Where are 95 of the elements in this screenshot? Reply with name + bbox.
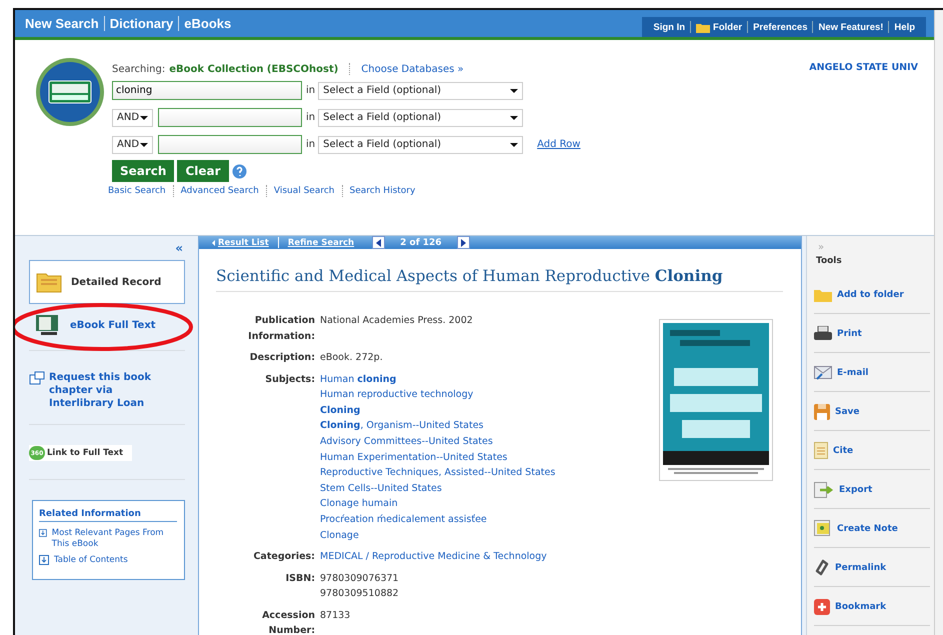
- caret-icon: [140, 116, 148, 120]
- field-label: Accession Number:: [261, 608, 315, 635]
- user-menu-link[interactable]: New Features!: [813, 22, 888, 32]
- folder-icon: [36, 271, 62, 293]
- tool-link[interactable]: Cite: [833, 446, 854, 456]
- user-menu-link[interactable]: Folder: [691, 22, 748, 32]
- field-label: Description:: [248, 351, 315, 365]
- subject-link[interactable]: Stem Cells--United States: [320, 480, 442, 496]
- field-label: Subjects:: [264, 372, 315, 387]
- caret-icon: [510, 142, 518, 146]
- subject-link[interactable]: Reproductive Techniques, Assisted--United States: [320, 465, 556, 481]
- document-icon: [814, 442, 828, 459]
- search-button[interactable]: Clear: [177, 160, 229, 182]
- choose-databases-link[interactable]: Choose Databases »: [361, 64, 464, 74]
- link-icon: [814, 559, 830, 576]
- download-icon: [39, 528, 47, 538]
- nav-link[interactable]: Dictionary: [104, 16, 178, 31]
- search-mode-link[interactable]: Visual Search: [274, 186, 335, 196]
- field-label: ISBN:: [284, 572, 315, 586]
- field-select[interactable]: Select a Field (optional): [318, 108, 524, 126]
- tool-link[interactable]: E-mail: [837, 368, 869, 378]
- search-button[interactable]: Search: [112, 160, 174, 182]
- subject-link[interactable]: Human Experimentation--United States: [320, 450, 508, 466]
- field-value: National Academies Press. 2002: [320, 314, 473, 328]
- nav-link[interactable]: New Search: [20, 16, 104, 31]
- search-field[interactable]: [158, 135, 302, 154]
- searching-label: Searching:: [112, 64, 166, 74]
- folder-icon: [814, 288, 832, 302]
- field-label: Categories:: [252, 550, 315, 564]
- subject-link[interactable]: Advisory Committees--United States: [320, 434, 493, 450]
- operator-select[interactable]: AND: [112, 136, 153, 154]
- plus-icon: [814, 598, 830, 614]
- field-select[interactable]: Select a Field (optional): [318, 136, 524, 154]
- caret-icon: [510, 116, 518, 120]
- subject-link[interactable]: Cloning, Organism--United States: [320, 418, 484, 434]
- folder-icon: [696, 22, 710, 32]
- previous-button[interactable]: [372, 236, 386, 249]
- search-field[interactable]: cloning: [112, 81, 302, 100]
- monitor-icon: [35, 314, 61, 336]
- printer-icon: [814, 326, 832, 342]
- subject-link[interactable]: Procŕeation ḿedicalement assisťee: [320, 512, 487, 528]
- user-menu-link[interactable]: Help: [889, 22, 920, 32]
- record-title: Scientific and Medical Aspects of Human Reproductive Cloning: [216, 266, 783, 292]
- envelope-icon: [814, 366, 832, 380]
- institution-name: ANGELO STATE UNIV: [809, 62, 918, 73]
- tool-link[interactable]: Print: [837, 328, 862, 338]
- database-name: eBook Collection (EBSCOhost): [169, 64, 338, 74]
- result-position: 2 of 126: [400, 238, 442, 248]
- subject-link[interactable]: Human cloning: [320, 372, 396, 388]
- tool-link[interactable]: Permalink: [835, 562, 886, 572]
- subject-link[interactable]: Clonage humain: [320, 496, 398, 512]
- search-mode-link[interactable]: Advanced Search: [180, 186, 259, 196]
- field-value: 9780309510882: [320, 587, 399, 602]
- tools-title: Tools: [816, 256, 843, 266]
- operator-select[interactable]: AND: [112, 108, 153, 126]
- add-row-link[interactable]: Add Row: [537, 139, 580, 150]
- in-label: in: [306, 85, 316, 96]
- subject-link[interactable]: Cloning: [320, 402, 360, 418]
- export-icon: [814, 482, 834, 498]
- search-mode-link[interactable]: Basic Search: [108, 186, 166, 196]
- tool-link[interactable]: Create Note: [837, 524, 898, 534]
- next-button[interactable]: [456, 236, 470, 249]
- logo-icon: [35, 57, 105, 127]
- related-link[interactable]: Table of Contents: [54, 555, 128, 566]
- nav-link[interactable]: eBooks: [179, 16, 236, 31]
- field-value: 9780309076371: [320, 572, 399, 586]
- caret-icon: [510, 88, 518, 92]
- field-label: Publication Information:: [247, 314, 315, 344]
- in-label: in: [306, 112, 316, 123]
- note-icon: [814, 520, 832, 537]
- tool-link[interactable]: Add to folder: [837, 290, 904, 300]
- subject-link[interactable]: MEDICAL / Reproductive Medicine & Technology: [320, 549, 547, 565]
- interlibrary-loan-link[interactable]: Request this book chapter via Interlibrary Loan: [49, 371, 179, 410]
- search-mode-link[interactable]: Search History: [350, 186, 416, 196]
- in-label: in: [306, 139, 316, 150]
- help-icon: [232, 164, 247, 178]
- field-select[interactable]: Select a Field (optional): [318, 82, 524, 100]
- tool-link[interactable]: Save: [835, 406, 860, 416]
- related-link[interactable]: Most Relevant Pages From This eBook: [52, 528, 177, 550]
- field-value: eBook. 272p.: [320, 351, 383, 365]
- user-menu-link[interactable]: Sign In: [648, 22, 690, 32]
- field-value: 87133: [320, 608, 350, 623]
- subject-link[interactable]: Clonage: [320, 528, 359, 544]
- subject-link[interactable]: Human reproductive technology: [320, 387, 474, 403]
- download-icon: [39, 555, 49, 565]
- triangle-icon: [212, 240, 215, 246]
- format-item[interactable]: Detailed Record: [29, 260, 185, 304]
- panel-title: Related Information: [39, 509, 177, 522]
- external-window-icon: [29, 371, 45, 385]
- tool-link[interactable]: Bookmark: [835, 602, 886, 612]
- caret-icon: [140, 142, 148, 146]
- search-field[interactable]: [158, 108, 302, 127]
- collapse-button[interactable]: «: [175, 241, 183, 255]
- user-menu-link[interactable]: Preferences: [748, 22, 812, 32]
- tool-link[interactable]: Export: [839, 484, 872, 494]
